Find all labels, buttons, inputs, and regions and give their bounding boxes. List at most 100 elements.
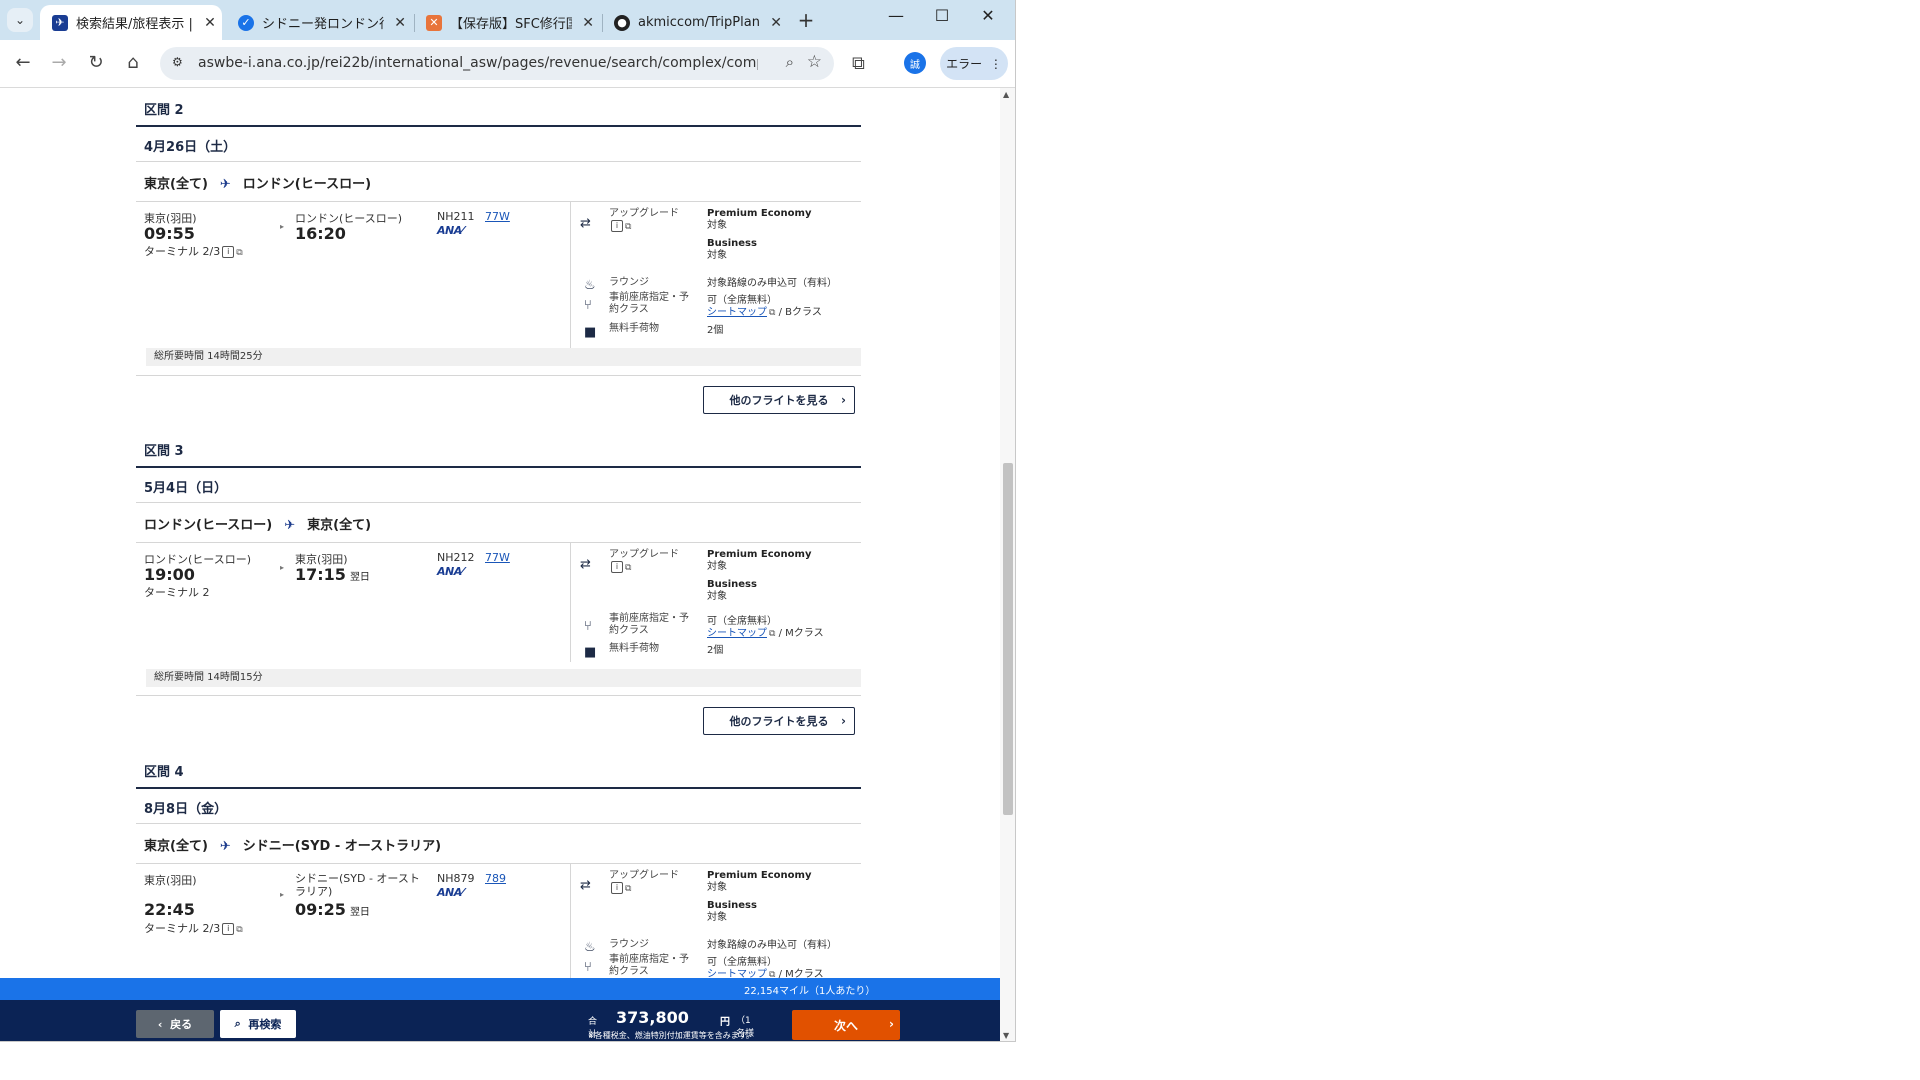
ana-logo: ANA⁄ bbox=[437, 224, 464, 237]
premium-economy-status: 対象 bbox=[707, 882, 727, 893]
segment-title: 区間 4 bbox=[144, 765, 184, 780]
price-note: ※各種税金、燃油特別付加運賃等を含みます。 bbox=[588, 1031, 754, 1040]
seat-label: 事前座席指定・予約クラス bbox=[609, 954, 689, 977]
aircraft-link[interactable]: 789 bbox=[485, 872, 506, 885]
departure-terminal: ターミナル 2/3 i ⧉ bbox=[144, 920, 243, 936]
baggage-value: 2個 bbox=[707, 645, 724, 656]
seat-map-link[interactable]: シートマップ bbox=[707, 628, 767, 639]
segment-title: 区間 2 bbox=[144, 103, 184, 118]
route-to: ロンドン(ヒースロー) bbox=[242, 177, 372, 192]
scroll-down-icon[interactable]: ▼ bbox=[1003, 1031, 1009, 1040]
ana-plane-icon: ✈ bbox=[52, 14, 68, 31]
home-icon[interactable]: ⌂ bbox=[121, 52, 145, 73]
tab-sfc-blog[interactable]: ✕ 【保存版】SFC修行国際 ✕ bbox=[414, 5, 598, 40]
premium-economy-label: Premium Economy bbox=[707, 870, 812, 881]
info-icon[interactable]: i bbox=[611, 220, 623, 232]
miles-text: 22,154マイル（1人あたり） bbox=[744, 986, 876, 997]
arrival-time: 16:20 bbox=[295, 224, 346, 243]
browser-window: ⌄ ✈ 検索結果/旅程表示 | ✕ ✓ シドニー発ロンドン行き | ✕ ✕ 【保… bbox=[0, 0, 1016, 1042]
bookmark-star-icon[interactable]: ☆ bbox=[807, 52, 822, 72]
divider bbox=[136, 695, 861, 696]
info-icon[interactable]: i bbox=[222, 923, 235, 935]
next-button[interactable]: 次へ › bbox=[792, 1010, 900, 1040]
external-link-icon: ⧉ bbox=[769, 629, 776, 639]
other-flights-button[interactable]: 他のフライトを見る › bbox=[703, 707, 855, 735]
arrival-time: 09:25 翌日 bbox=[295, 900, 370, 919]
departure-time: 19:00 bbox=[144, 565, 195, 584]
baggage-icon: ■ bbox=[584, 645, 597, 660]
close-icon[interactable]: ✕ bbox=[200, 15, 220, 31]
info-icon[interactable]: i bbox=[611, 882, 623, 894]
seat-value: 可（全席無料） シートマップ ⧉ / Bクラス bbox=[707, 295, 822, 319]
scrollbar-thumb[interactable] bbox=[1003, 463, 1013, 815]
close-window-icon[interactable]: ✕ bbox=[968, 6, 1008, 25]
lounge-label: ラウンジ bbox=[609, 277, 649, 288]
chevron-right-icon: › bbox=[841, 393, 846, 407]
back-button[interactable]: ‹ 戻る bbox=[136, 1010, 214, 1038]
zoom-icon[interactable]: ⌕ bbox=[786, 53, 794, 71]
premium-economy-label: Premium Economy bbox=[707, 208, 812, 219]
close-icon[interactable]: ✕ bbox=[766, 15, 786, 31]
route-to: 東京(全て) bbox=[307, 518, 372, 533]
address-bar[interactable]: ⚙ aswbe-i.ana.co.jp/rei22b/international… bbox=[160, 47, 834, 80]
new-tab-button[interactable]: + bbox=[794, 8, 818, 32]
seat-icon: ⑂ bbox=[584, 298, 592, 313]
site-info-icon[interactable]: ⚙ bbox=[172, 55, 188, 71]
plane-icon: ✈ bbox=[219, 177, 231, 192]
back-arrow-icon[interactable]: ← bbox=[11, 52, 35, 73]
profile-avatar[interactable]: 誠 bbox=[904, 52, 926, 74]
scrollbar[interactable]: ▲ ▼ bbox=[1000, 88, 1015, 1041]
route-heading: ロンドン(ヒースロー) ✈ 東京(全て) bbox=[144, 514, 371, 533]
ana-logo: ANA⁄ bbox=[437, 565, 464, 578]
tab-title: 【保存版】SFC修行国際 bbox=[450, 17, 572, 32]
minimize-icon[interactable]: — bbox=[876, 6, 916, 25]
seat-map-link[interactable]: シートマップ bbox=[707, 307, 767, 318]
external-link-icon: ⧉ bbox=[625, 222, 632, 232]
next-day-label: 翌日 bbox=[349, 907, 370, 918]
external-link-icon: ⧉ bbox=[625, 563, 632, 573]
info-icon[interactable]: i bbox=[611, 561, 623, 573]
research-button[interactable]: ⌕ 再検索 bbox=[220, 1010, 296, 1038]
tab-sydney-london[interactable]: ✓ シドニー発ロンドン行き | ✕ bbox=[226, 5, 410, 40]
premium-economy-status: 対象 bbox=[707, 561, 727, 572]
segment-date: 8月8日（金） bbox=[144, 802, 228, 817]
url-text[interactable]: aswbe-i.ana.co.jp/rei22b/international_a… bbox=[198, 55, 758, 71]
aircraft-code: 789 bbox=[485, 872, 506, 885]
maximize-icon[interactable]: ☐ bbox=[922, 6, 962, 25]
arrival-airport: シドニー(SYD - オーストラリア) bbox=[295, 872, 420, 898]
extensions-icon[interactable]: ⧉ bbox=[852, 53, 865, 74]
info-icon[interactable]: i bbox=[222, 246, 235, 258]
tab-title: 検索結果/旅程表示 | bbox=[76, 17, 193, 32]
upgrade-icon: ⇄ bbox=[580, 878, 591, 893]
back-label: 戻る bbox=[170, 1018, 193, 1031]
baggage-value: 2個 bbox=[707, 325, 724, 336]
tab-search-button[interactable]: ⌄ bbox=[7, 8, 33, 32]
close-icon[interactable]: ✕ bbox=[578, 15, 598, 31]
scroll-up-icon[interactable]: ▲ bbox=[1003, 90, 1009, 99]
forward-arrow-icon[interactable]: → bbox=[47, 52, 71, 73]
other-flights-button[interactable]: 他のフライトを見る › bbox=[703, 386, 855, 414]
close-icon[interactable]: ✕ bbox=[390, 15, 410, 31]
reload-icon[interactable]: ↻ bbox=[84, 52, 108, 73]
upgrade-classes: Premium Economy 対象 Business 対象 bbox=[707, 208, 811, 262]
divider bbox=[136, 161, 861, 162]
tab-search-results[interactable]: ✈ 検索結果/旅程表示 | ✕ bbox=[40, 5, 222, 40]
error-label: エラー bbox=[946, 57, 983, 71]
other-flights-label: 他のフライトを見る bbox=[729, 394, 829, 407]
segment-date: 4月26日（土） bbox=[144, 140, 237, 155]
business-status: 対象 bbox=[707, 912, 727, 923]
aircraft-link[interactable]: 77W bbox=[485, 210, 510, 223]
column-divider bbox=[570, 201, 571, 363]
tab-github[interactable]: ● akmiccom/TripPlanni ✕ bbox=[602, 5, 786, 40]
lounge-value: 対象路線のみ申込可（有料） bbox=[707, 940, 837, 951]
total-duration: 総所要時間 14時間25分 bbox=[146, 348, 861, 366]
chevron-right-icon: › bbox=[841, 714, 846, 728]
aircraft-link[interactable]: 77W bbox=[485, 551, 510, 564]
terminal-text: ターミナル 2/3 bbox=[144, 922, 221, 935]
currency-label: 円 bbox=[720, 1017, 730, 1028]
error-menu-button[interactable]: エラー ⋮ bbox=[940, 47, 1008, 80]
total-amount: 373,800 bbox=[616, 1008, 689, 1027]
divider bbox=[136, 502, 861, 503]
flight-number: NH211 bbox=[437, 210, 475, 223]
other-flights-label: 他のフライトを見る bbox=[729, 715, 829, 728]
